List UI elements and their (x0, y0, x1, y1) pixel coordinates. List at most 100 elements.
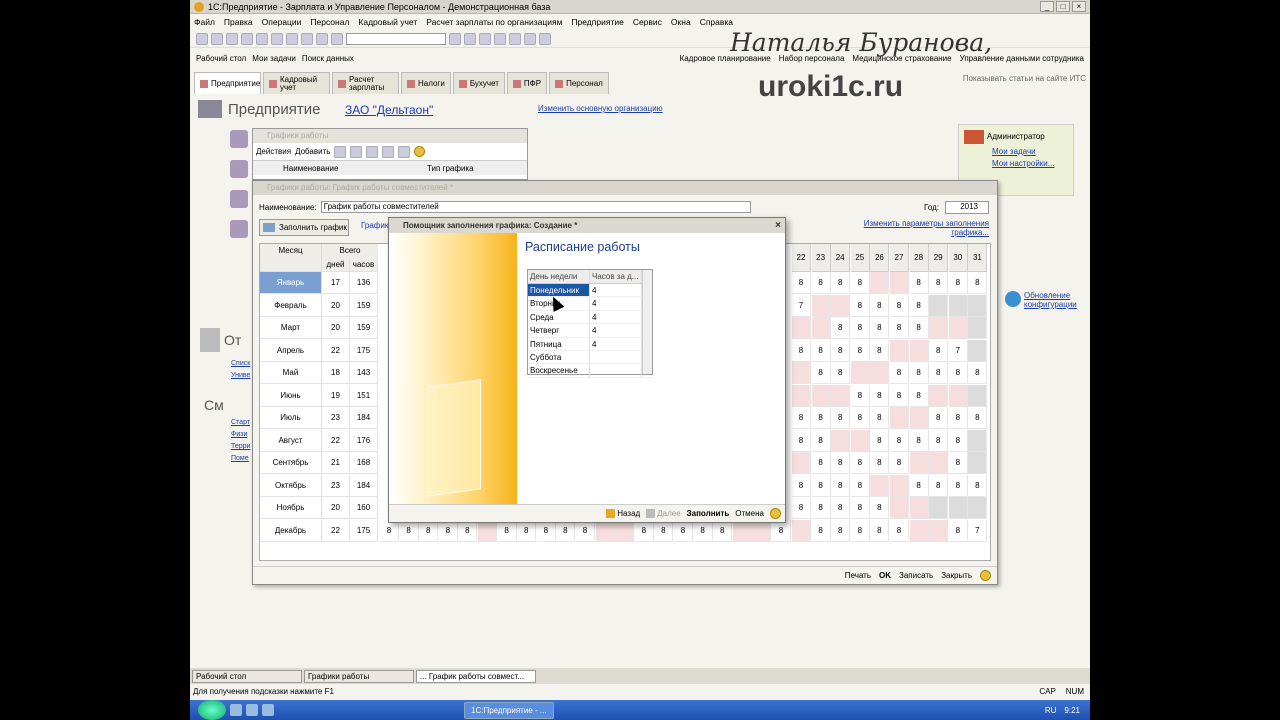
weekday-hours-table[interactable]: День недели Часов за д... Понедельник 4 Вт… (527, 269, 653, 378)
day-cell[interactable]: 8 (948, 452, 968, 474)
day-cell[interactable]: 8 (850, 497, 870, 519)
day-cell[interactable] (968, 452, 988, 474)
day-cell[interactable] (890, 474, 909, 497)
day-cell[interactable] (850, 429, 870, 452)
see-also-link[interactable]: Терри (231, 443, 250, 450)
see-also-link[interactable]: Старт (231, 419, 250, 426)
day-cell[interactable] (909, 339, 929, 362)
day-cell[interactable] (929, 497, 949, 519)
day-cell[interactable] (909, 497, 929, 519)
taskbar-app-button[interactable]: 1С:Предприятие - ... (464, 701, 554, 719)
day-cell[interactable]: 8 (811, 497, 831, 519)
money-icon[interactable] (230, 190, 248, 208)
day-cell[interactable]: 8 (968, 272, 988, 294)
change-organization-link[interactable]: Изменить основную организацию (538, 104, 663, 113)
menu-item[interactable]: Справка (700, 17, 733, 27)
day-cell[interactable]: 8 (909, 429, 929, 452)
tab-section[interactable]: Предприятие (194, 72, 261, 94)
day-cell[interactable]: 8 (792, 474, 811, 497)
day-cell[interactable]: 8 (890, 452, 909, 474)
day-cell[interactable]: 8 (890, 294, 909, 317)
day-cell[interactable] (870, 362, 890, 384)
open-icon[interactable] (211, 33, 223, 45)
day-cell[interactable] (870, 272, 890, 294)
day-cell[interactable]: 8 (948, 407, 968, 429)
info-icon[interactable] (479, 33, 491, 45)
day-cell[interactable] (792, 317, 811, 339)
fill-button[interactable]: Заполнить (687, 509, 730, 518)
refresh-icon[interactable] (464, 33, 476, 45)
day-cell[interactable] (968, 384, 988, 407)
data-search-link[interactable]: Поиск данных (302, 54, 354, 63)
day-cell[interactable]: 8 (811, 407, 831, 429)
day-cell[interactable] (929, 452, 949, 474)
weekday-cell[interactable]: Воскресенье (528, 364, 590, 377)
day-cell[interactable] (890, 497, 909, 519)
day-cell[interactable]: 8 (850, 519, 870, 542)
day-cell[interactable]: 8 (831, 407, 851, 429)
day-cell[interactable]: 8 (792, 407, 811, 429)
day-cell[interactable]: 8 (870, 294, 890, 317)
close-window-button[interactable]: Закрыть (941, 571, 972, 580)
table-row[interactable]: Февраль 20 159 (260, 294, 378, 317)
day-cell[interactable]: 8 (831, 317, 851, 339)
start-button-icon[interactable] (198, 700, 226, 720)
day-cell[interactable]: 8 (811, 474, 831, 497)
day-cell[interactable]: 8 (948, 429, 968, 452)
day-cell[interactable] (890, 272, 909, 294)
tab-schedule[interactable]: График (361, 221, 388, 230)
day-cell[interactable]: 8 (870, 317, 890, 339)
desktop-link[interactable]: Рабочий стол (196, 54, 246, 63)
day-cell[interactable] (948, 294, 968, 317)
day-cell[interactable]: 8 (909, 362, 929, 384)
day-cell[interactable] (811, 384, 831, 407)
see-also-link[interactable]: Поме (231, 455, 249, 462)
menu-item[interactable]: Операции (262, 17, 302, 27)
settings-icon[interactable] (230, 220, 248, 238)
column-name[interactable]: Наименование (253, 164, 423, 173)
day-cell[interactable]: 8 (909, 474, 929, 497)
day-cell[interactable] (850, 362, 870, 384)
day-cell[interactable]: 8 (831, 519, 851, 542)
day-cell[interactable]: 8 (870, 407, 890, 429)
back-button[interactable]: Назад (606, 509, 640, 519)
month-cell[interactable]: Август (260, 429, 322, 452)
day-cell[interactable] (929, 384, 949, 407)
table-row[interactable]: Сентябрь 21 168 (260, 452, 378, 474)
day-cell[interactable] (890, 339, 909, 362)
day-cell[interactable] (968, 317, 988, 339)
undo-icon[interactable] (301, 33, 313, 45)
day-cell[interactable] (831, 294, 851, 317)
refresh-icon[interactable] (398, 145, 411, 158)
day-cell[interactable]: 8 (968, 362, 988, 384)
day-cell[interactable]: 8 (948, 519, 968, 542)
day-cell[interactable]: 8 (948, 272, 968, 294)
day-cell[interactable] (968, 429, 988, 452)
table-row[interactable]: Март 20 159 (260, 317, 378, 339)
day-cell[interactable] (929, 519, 949, 542)
day-cell[interactable]: 8 (850, 339, 870, 362)
memory-icon[interactable] (524, 33, 536, 45)
calendar-icon[interactable] (509, 33, 521, 45)
day-cell[interactable]: 8 (870, 452, 890, 474)
actions-menu[interactable]: Действия (256, 147, 291, 156)
table-row[interactable]: Среда 4 (528, 310, 652, 325)
hours-cell[interactable]: 4 (590, 284, 642, 297)
day-cell[interactable] (792, 384, 811, 407)
tab-section[interactable]: Бухучет (452, 72, 505, 94)
quicklaunch-icon[interactable] (246, 704, 258, 716)
day-cell[interactable]: 8 (850, 474, 870, 497)
minimize-button[interactable]: _ (1040, 1, 1054, 12)
day-cell[interactable]: 8 (948, 362, 968, 384)
its-articles-toggle[interactable]: Показывать статьи на сайте ИТС (963, 74, 1086, 83)
table-row[interactable]: Ноябрь 20 160 (260, 497, 378, 519)
table-row[interactable]: Четверг 4 (528, 324, 652, 338)
day-cell[interactable] (948, 497, 968, 519)
day-cell[interactable]: 8 (811, 362, 831, 384)
day-cell[interactable]: 8 (968, 407, 988, 429)
window-tab-schedules[interactable]: Графики работы (304, 669, 414, 683)
day-cell[interactable]: 8 (831, 339, 851, 362)
close-icon[interactable]: × (775, 218, 781, 233)
month-cell[interactable]: Июль (260, 407, 322, 429)
hours-cell[interactable]: 4 (590, 310, 642, 324)
